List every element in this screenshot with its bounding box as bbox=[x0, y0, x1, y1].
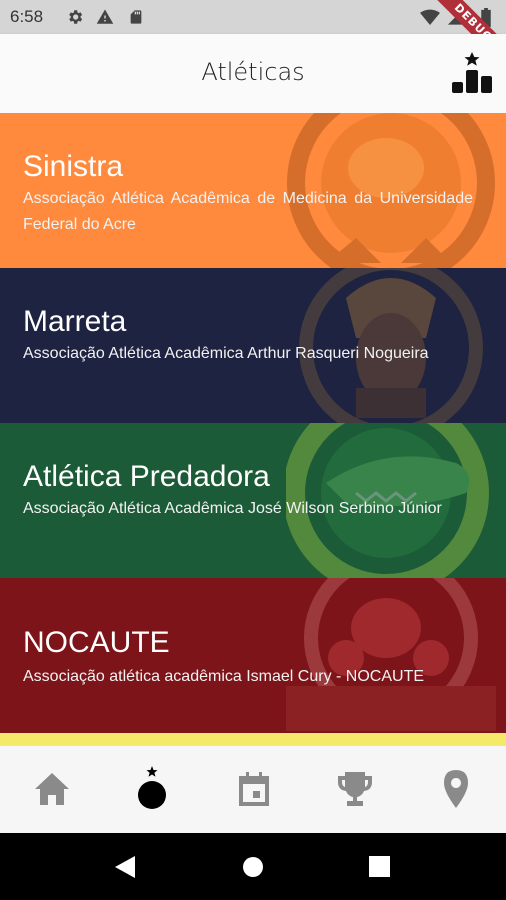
settings-icon bbox=[69, 10, 83, 24]
atletica-card-nocaute[interactable]: NOCAUTE Associação atlética acadêmica Is… bbox=[0, 578, 506, 733]
back-icon[interactable] bbox=[113, 854, 137, 880]
atletica-card-next[interactable] bbox=[0, 733, 506, 745]
nocaute-logo-icon bbox=[286, 578, 496, 731]
ranking-icon[interactable] bbox=[450, 52, 494, 94]
atletica-card-sinistra[interactable]: Sinistra Associação Atlética Acadêmica d… bbox=[0, 113, 506, 268]
card-title: Sinistra bbox=[23, 150, 124, 183]
home-circle-icon[interactable] bbox=[242, 856, 264, 878]
card-title: Atlética Predadora bbox=[23, 460, 270, 493]
card-description: Associação atlética acadêmica Ismael Cur… bbox=[23, 668, 425, 685]
card-description: Associação Atlética Acadêmica José Wilso… bbox=[23, 500, 442, 517]
card-title: Marreta bbox=[23, 305, 127, 338]
warning-icon bbox=[96, 9, 114, 24]
system-navigation-bar bbox=[0, 833, 506, 900]
atletica-card-marreta[interactable]: Marreta Associação Atlética Acadêmica Ar… bbox=[0, 268, 506, 423]
trophy-icon[interactable] bbox=[330, 764, 380, 814]
atletica-card-predadora[interactable]: Atlética Predadora Associação Atlética A… bbox=[0, 423, 506, 578]
home-icon[interactable] bbox=[27, 764, 77, 814]
status-bar: 6:58 DEBUG bbox=[0, 0, 506, 76]
page-title: Atléticas bbox=[201, 58, 305, 86]
location-icon[interactable] bbox=[431, 764, 481, 814]
atleticas-icon[interactable] bbox=[127, 764, 177, 814]
card-description: Associação Atlética Acadêmica Arthur Ras… bbox=[23, 345, 429, 362]
card-description: Associação Atlética Acadêmica de Medicin… bbox=[23, 190, 473, 233]
bottom-navigation bbox=[0, 745, 506, 834]
card-title: NOCAUTE bbox=[23, 626, 170, 659]
wifi-icon bbox=[420, 9, 440, 25]
status-time: 6:58 bbox=[10, 7, 44, 26]
app-bar: Atléticas bbox=[0, 34, 506, 113]
calendar-icon[interactable] bbox=[229, 764, 279, 814]
sd-card-icon bbox=[130, 10, 142, 24]
recents-icon[interactable] bbox=[369, 856, 390, 877]
